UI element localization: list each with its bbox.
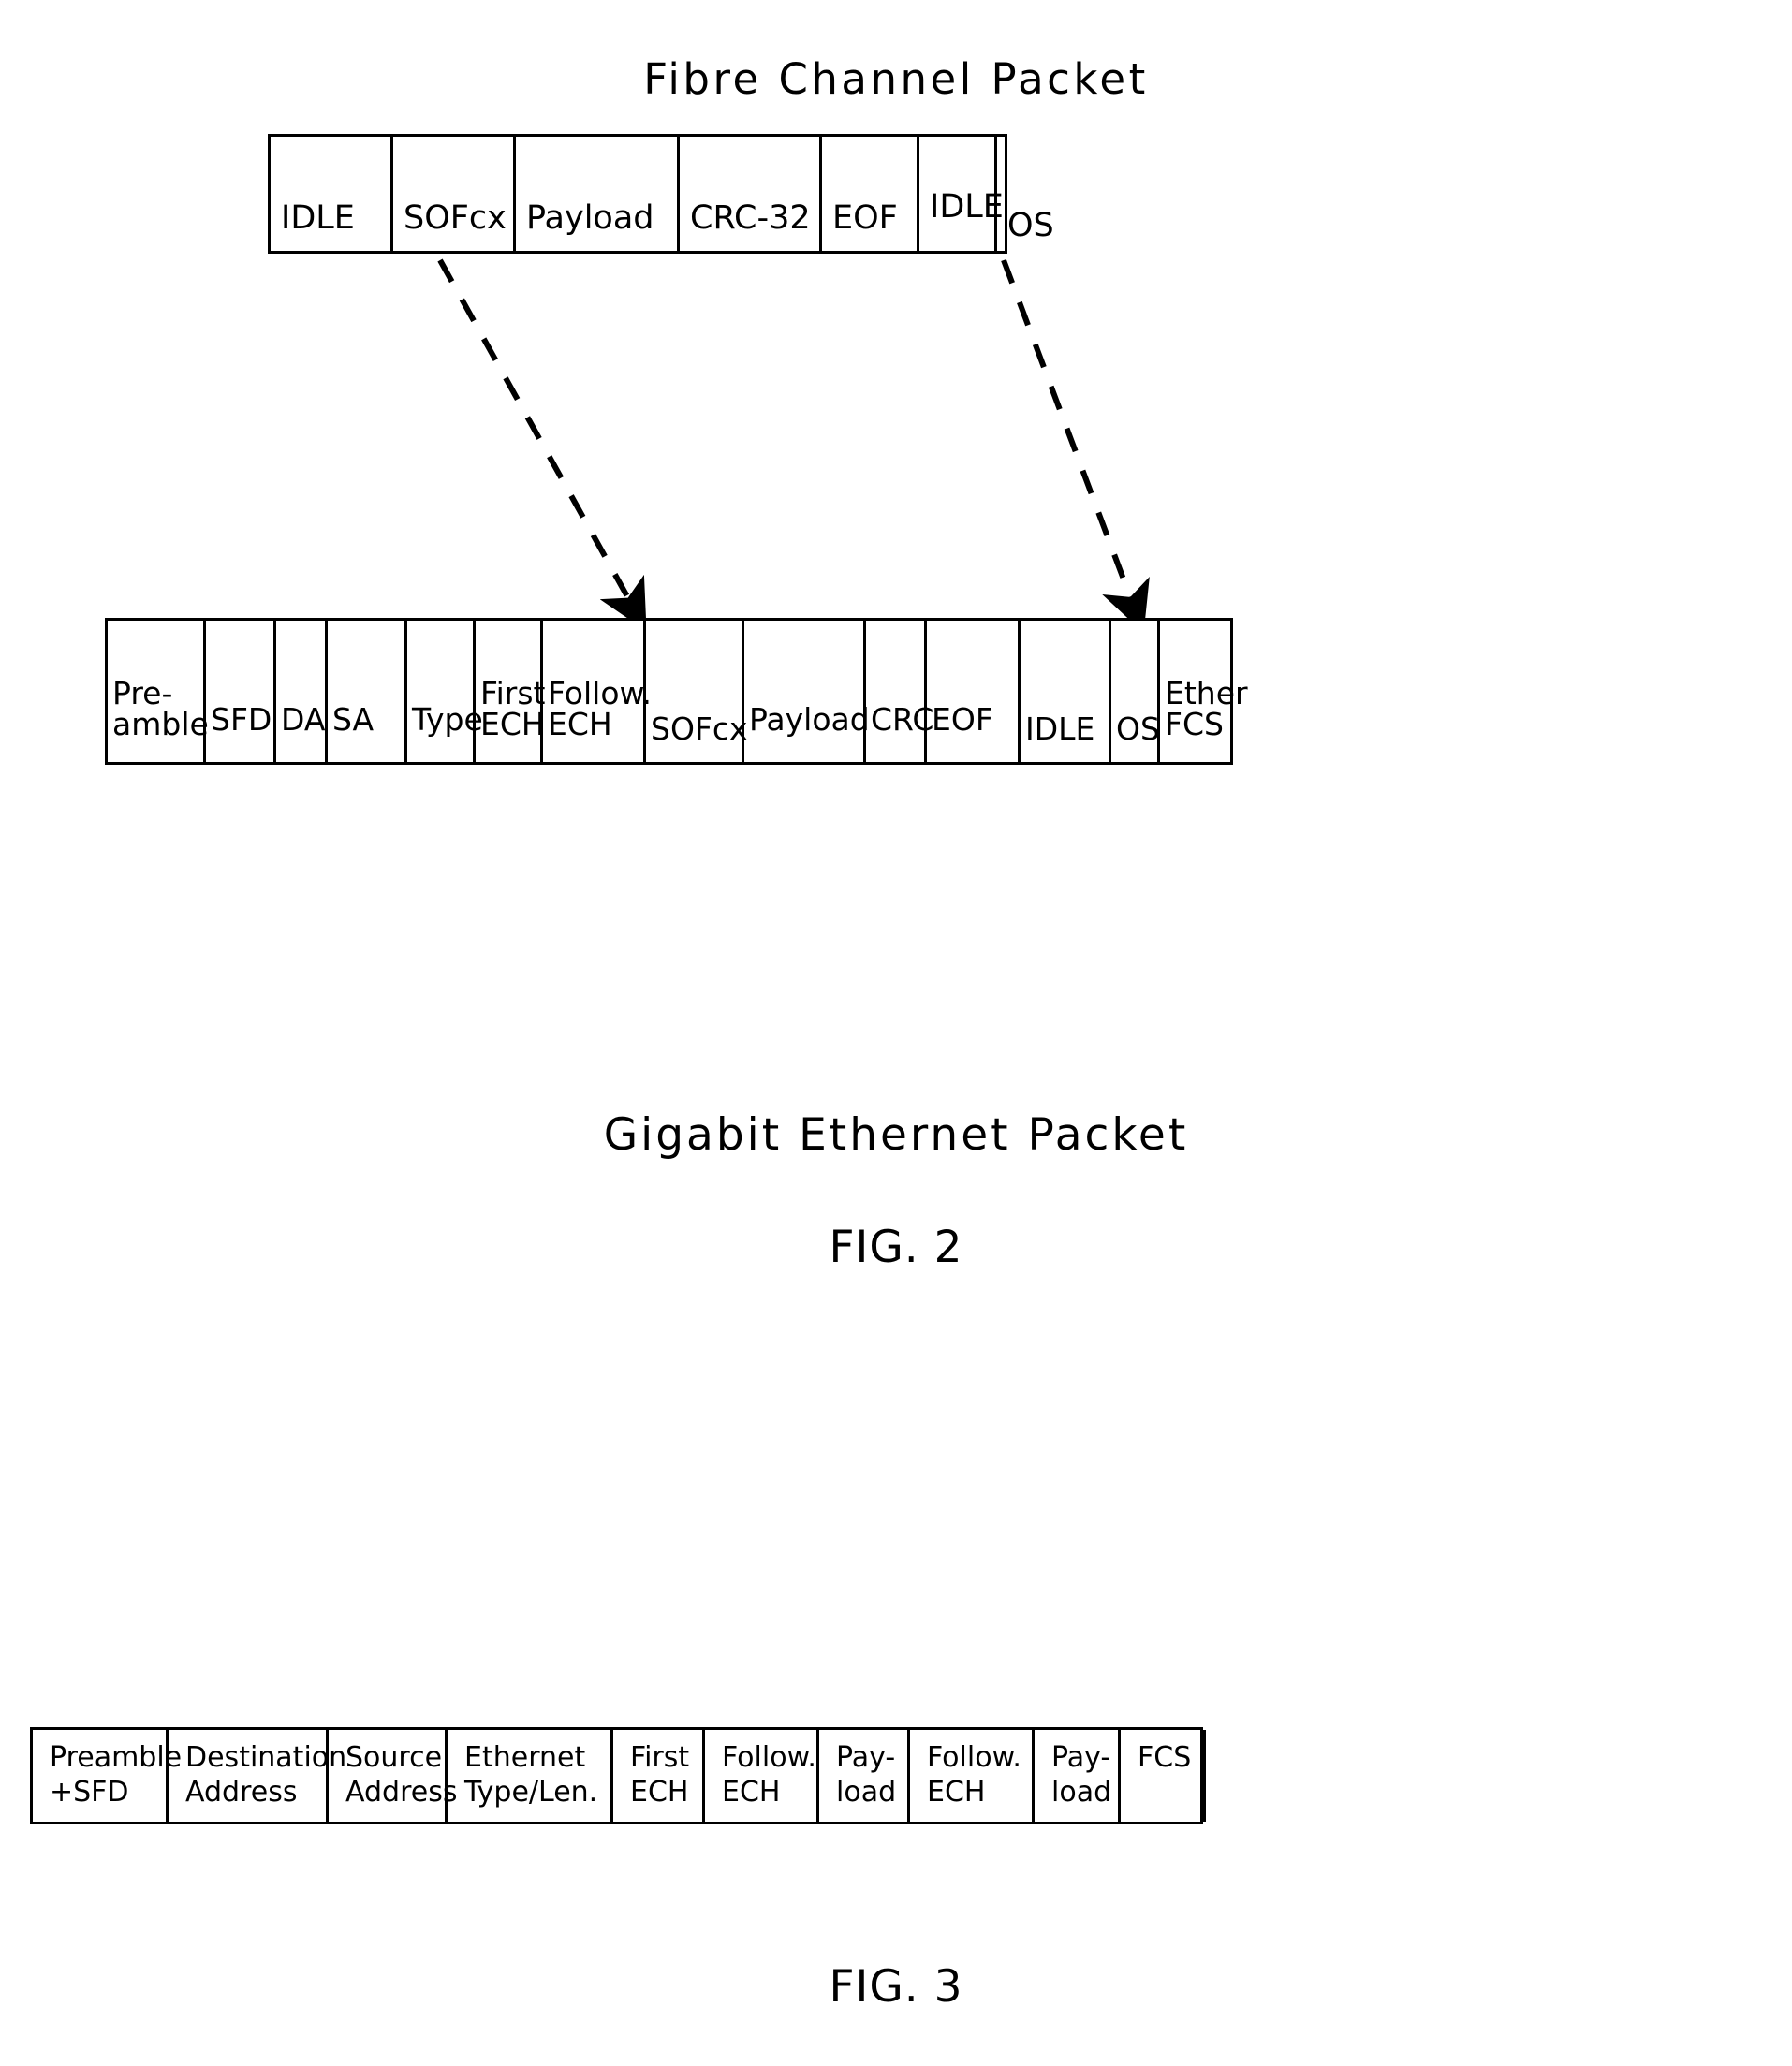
packet-field-label: DA [281, 701, 326, 739]
packet-field-cell: First ECH [476, 621, 546, 762]
packet-field-label: Ether FCS [1165, 675, 1248, 742]
packet-field-label: Source Address [345, 1741, 458, 1809]
packet-field-cell: FCS [1121, 1730, 1206, 1822]
packet-field-cell: Destination Address [169, 1730, 346, 1822]
packet-field-cell: OS [997, 137, 1081, 251]
packet-field-label: Type [412, 701, 483, 739]
packet-field-label: Ethernet Type/Len. [464, 1741, 598, 1809]
packet-field-cell: Payload [516, 137, 680, 251]
packet-field-cell: SA [328, 621, 407, 762]
packet-field-cell: CRC-32 [680, 137, 822, 251]
packet-field-label: OS [1116, 711, 1160, 748]
packet-field-cell: OS [1111, 621, 1160, 762]
packet-field-label: CRC [871, 701, 934, 739]
packet-field-label: EOF [932, 701, 993, 739]
packet-field-label: Payload [526, 199, 654, 238]
packet-field-cell: SOFcx [646, 621, 748, 762]
packet-field-label: IDLE [930, 188, 1004, 227]
packet-field-cell: Payload [744, 621, 870, 762]
fibre-channel-packet-strip: IDLE SOFcx Payload CRC-32 EOF IDLE OS [268, 134, 1054, 254]
packet-field-label: SOFcx [651, 711, 748, 748]
packet-field-cell: First ECH [613, 1730, 705, 1822]
packet-field-label: Pay- load [1051, 1741, 1112, 1809]
packet-field-label: IDLE [1025, 711, 1095, 748]
packet-field-label: Destination Address [185, 1741, 347, 1809]
packet-field-label: Payload [749, 701, 870, 739]
packet-field-label: SOFcx [404, 199, 507, 238]
packet-field-cell: Pay- load [819, 1730, 910, 1822]
connector-sofcx [437, 258, 647, 632]
packet-field-cell: Pre- amble [108, 621, 209, 762]
packet-field-label: IDLE [281, 199, 355, 238]
packet-field-cell: Follow. ECH [705, 1730, 819, 1822]
packet-field-cell: Source Address [329, 1730, 457, 1822]
packet-field-cell: Ether FCS [1160, 621, 1248, 762]
packet-field-label: CRC-32 [690, 199, 811, 238]
packet-field-label: EOF [832, 199, 898, 238]
packet-field-label: OS [1007, 207, 1054, 245]
packet-field-label: Follow. ECH [927, 1741, 1021, 1809]
packet-field-cell: Follow. ECH [543, 621, 652, 762]
connector-os [1001, 258, 1150, 634]
packet-field-cell: SOFcx [393, 137, 516, 251]
packet-field-cell: Pay- load [1035, 1730, 1121, 1822]
figure-3-caption: FIG. 3 [829, 1961, 963, 2013]
packet-field-cell: Ethernet Type/Len. [448, 1730, 613, 1822]
packet-field-label: Pay- load [836, 1741, 897, 1809]
packet-field-cell: DA [276, 621, 328, 762]
figure-2-caption: FIG. 2 [829, 1222, 963, 1273]
packet-field-cell: IDLE [271, 137, 393, 251]
packet-field-label: SA [332, 701, 375, 739]
packet-field-label: FCS [1138, 1741, 1192, 1774]
packet-field-label: Follow. ECH [722, 1741, 816, 1809]
ethernet-frame-format-table: Preamble +SFD Destination Address Source A… [30, 1727, 1206, 1824]
packet-field-cell: SFD [206, 621, 276, 762]
packet-field-cell: Type [407, 621, 483, 762]
gigabit-ethernet-packet-strip: Pre- amble SFD DA SA Type First ECH Follow. EC… [105, 618, 1248, 765]
packet-field-label: Pre- amble [112, 675, 209, 742]
gigabit-ethernet-packet-title: Gigabit Ethernet Packet [603, 1109, 1189, 1161]
packet-field-label: Preamble +SFD [50, 1741, 183, 1809]
packet-field-cell: IDLE [919, 137, 1004, 251]
packet-field-cell: EOF [822, 137, 919, 251]
packet-field-label: First ECH [480, 675, 546, 742]
packet-field-label: Follow. ECH [548, 675, 652, 742]
packet-field-cell: EOF [927, 621, 1021, 762]
fibre-channel-packet-title: Fibre Channel Packet [643, 54, 1149, 104]
packet-field-label: First ECH [630, 1741, 690, 1809]
patent-figure-page: Fibre Channel Packet IDLE SOFcx Payload CRC… [0, 0, 1792, 2066]
packet-field-label: SFD [211, 701, 272, 739]
packet-field-cell: Preamble +SFD [33, 1730, 182, 1822]
packet-field-cell: IDLE [1021, 621, 1111, 762]
packet-field-cell: CRC [866, 621, 933, 762]
packet-field-cell: Follow. ECH [910, 1730, 1035, 1822]
